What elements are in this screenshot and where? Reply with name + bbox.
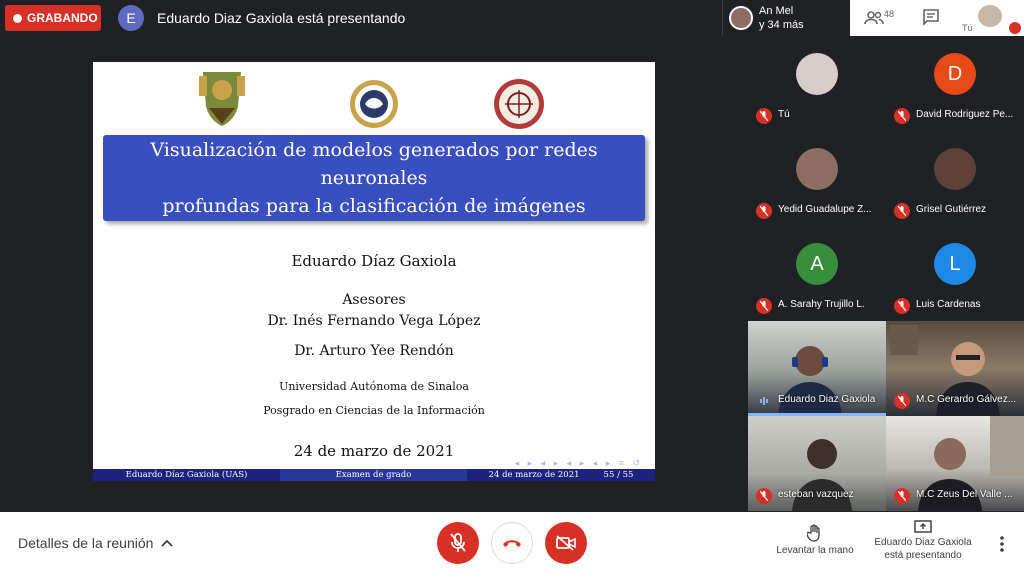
video-tile[interactable]: esteban vazquez [748,416,886,511]
chevron-up-icon [161,539,174,547]
participant-tile[interactable]: Tú [748,36,886,131]
people-button[interactable]: 48 [864,8,898,28]
summary-name: An Mel [759,5,794,17]
audio-active-icon [756,393,772,409]
avatar: A [796,243,838,285]
footer-page: 55 / 55 [603,470,634,480]
footer-date: 24 de marzo de 2021 [488,470,580,480]
participant-name: Tú [778,109,790,120]
raise-hand-button[interactable]: Levantar la mano [770,524,860,556]
participant-tile[interactable]: A A. Sarahy Trujillo L. [748,226,886,321]
video-tile-speaking[interactable]: Eduardo Diaz Gaxiola [748,321,886,416]
chat-button[interactable] [922,8,942,28]
mic-off-icon [756,298,772,314]
camera-toggle-button[interactable] [545,522,587,564]
presenting-status: Eduardo Diaz Gaxiola está presentando [157,10,406,26]
slide-university: Universidad Autónoma de Sinaloa [279,380,469,393]
participant-name: Yedid Guadalupe Z... [778,204,872,215]
leave-call-button[interactable] [491,522,533,564]
top-right-panel: 48 Tú [850,0,1024,36]
participants-summary[interactable]: An Mel y 34 más [722,0,850,36]
participant-name: M.C Zeus Del Valle ... [916,489,1013,500]
mic-off-icon [894,108,910,124]
self-label: Tú [962,23,973,33]
slide-program: Posgrado en Ciencias de la Información [263,404,485,417]
avatar: D [934,53,976,95]
more-vert-icon [1000,536,1004,552]
participant-tile[interactable]: D David Rodriguez Pe... [886,36,1024,131]
record-dot-icon [13,13,22,23]
video-tile[interactable]: M.C Zeus Del Valle ... [886,416,1024,511]
camera-off-icon [556,535,576,551]
slide-footer: Eduardo Díaz Gaxiola (UAS) Examen de gra… [93,469,655,481]
participant-name: David Rodriguez Pe... [916,109,1014,120]
hang-up-icon [503,540,521,547]
program-seal-icon [350,80,398,128]
institution-seal-icon [494,79,544,129]
avatar [796,53,838,95]
raise-hand-label: Levantar la mano [776,545,854,556]
meeting-details-button[interactable]: Detalles de la reunión [18,535,174,551]
mic-off-icon [894,298,910,314]
participant-tile[interactable]: Yedid Guadalupe Z... [748,131,886,226]
summary-more: y 34 más [759,19,804,31]
mic-off-icon [756,108,772,124]
participant-count: 48 [884,9,895,19]
slide-title-line1: Visualización de modelos generados por r… [150,139,598,189]
participant-name: esteban vazquez [778,489,854,500]
mic-toggle-button[interactable] [437,522,479,564]
avatar: L [934,243,976,285]
video-tile[interactable]: M.C Gerardo Gálvez... [886,321,1024,416]
recording-label: GRABANDO [27,11,98,25]
mic-off-icon [450,533,466,552]
presenter-avatar: E [118,5,144,31]
participant-tile[interactable]: L Luis Cardenas [886,226,1024,321]
slide-advisor-1: Dr. Inés Fernando Vega López [267,313,481,329]
presentation-stage: Visualización de modelos generados por r… [0,36,748,512]
slide-navigation-icons[interactable]: ◂ ▸ ◂ ▸ ◂ ▸ ◂ ▸ ≡ ↺ [515,458,643,469]
top-bar: GRABANDO E Eduardo Diaz Gaxiola está pre… [0,0,1024,36]
mic-off-icon [1009,22,1021,34]
mic-off-icon [756,203,772,219]
mic-off-icon [894,203,910,219]
recording-badge[interactable]: GRABANDO [5,5,101,31]
participant-name: Eduardo Diaz Gaxiola [778,394,876,405]
slide-author: Eduardo Díaz Gaxiola [291,252,457,270]
mic-off-icon [894,488,910,504]
participant-name: Grisel Gutiérrez [916,204,987,215]
more-options-button[interactable] [994,534,1010,554]
hand-icon [807,524,820,542]
self-avatar[interactable] [978,5,1002,27]
meeting-details-label: Detalles de la reunión [18,535,154,551]
participant-name: M.C Gerardo Gálvez... [916,394,1017,405]
mic-off-icon [756,488,772,504]
slide-title-line2: profundas para la clasificación de imáge… [162,195,586,217]
uas-crest-icon [199,72,245,126]
bottom-bar: Detalles de la reunión Levantar la mano [0,512,1024,576]
participant-name: A. Sarahy Trujillo L. [778,299,865,310]
avatar [729,6,753,30]
slide-title-box: Visualización de modelos generados por r… [103,135,645,221]
presenting-line-2: está presentando [884,550,962,561]
present-screen-icon [914,520,932,533]
avatar [934,148,976,190]
participant-tile[interactable]: Grisel Gutiérrez [886,131,1024,226]
mic-off-icon [894,393,910,409]
slide-advisors-heading: Asesores [342,292,406,308]
footer-date-page: 24 de marzo de 2021 55 / 55 [467,469,655,481]
chat-icon [923,9,939,26]
participant-name: Luis Cardenas [916,299,981,310]
participant-grid: Tú D David Rodriguez Pe... Yedid Guadalu… [748,36,1024,512]
avatar [796,148,838,190]
presenting-line-1: Eduardo Diaz Gaxiola [874,537,972,548]
people-icon [864,11,884,25]
slide-advisor-2: Dr. Arturo Yee Rendón [294,343,454,359]
footer-author: Eduardo Díaz Gaxiola (UAS) [93,469,280,481]
presentation-status-button[interactable]: Eduardo Diaz Gaxiola está presentando [868,520,978,562]
presentation-slide: Visualización de modelos generados por r… [93,62,655,481]
footer-event: Examen de grado [280,469,467,481]
